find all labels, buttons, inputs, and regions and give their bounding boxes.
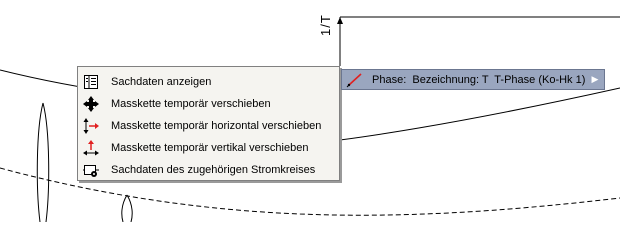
dimension-label: 1/T: [318, 14, 333, 36]
move-vertical-icon: [82, 139, 100, 157]
context-menu: Sachdaten anzeigen Masskette temporär ve…: [77, 66, 340, 181]
dimension-arrow: [337, 17, 343, 24]
data-sheet-icon: [82, 73, 100, 91]
menu-item-masskette-vertikal[interactable]: Masskette temporär vertikal verschieben: [78, 137, 339, 159]
move-cross-icon: [82, 95, 100, 113]
menu-item-label: Sachdaten anzeigen: [111, 76, 212, 88]
menu-item-stromkreis-sachdaten[interactable]: Sachdaten des zugehörigen Stromkreises: [78, 159, 339, 181]
menu-item-masskette-horizontal[interactable]: Masskette temporär horizontal verschiebe…: [78, 115, 339, 137]
circuit-data-icon: [82, 161, 100, 179]
move-horizontal-icon: [82, 117, 100, 135]
menu-item-sachdaten-anzeigen[interactable]: Sachdaten anzeigen: [78, 71, 339, 93]
submenu-arrow-icon: ▶: [591, 74, 599, 84]
menu-item-label: Masskette temporär verschieben: [111, 98, 271, 110]
drawing-arc: [339, 87, 620, 141]
menu-item-label: Masskette temporär vertikal verschieben: [111, 142, 309, 154]
submenu-label: Phase: Bezeichnung: T T-Phase (Ko-Hk 1): [372, 73, 586, 86]
menu-item-label: Masskette temporär horizontal verschiebe…: [111, 120, 322, 132]
leaf-shape: [36, 102, 50, 222]
phase-line-icon: [345, 71, 365, 89]
menu-item-masskette-verschieben[interactable]: Masskette temporär verschieben: [78, 93, 339, 115]
leaf-shape: [121, 194, 133, 222]
submenu-phase-item[interactable]: Phase: Bezeichnung: T T-Phase (Ko-Hk 1) …: [341, 69, 605, 90]
menu-item-label: Sachdaten des zugehörigen Stromkreises: [111, 164, 316, 176]
